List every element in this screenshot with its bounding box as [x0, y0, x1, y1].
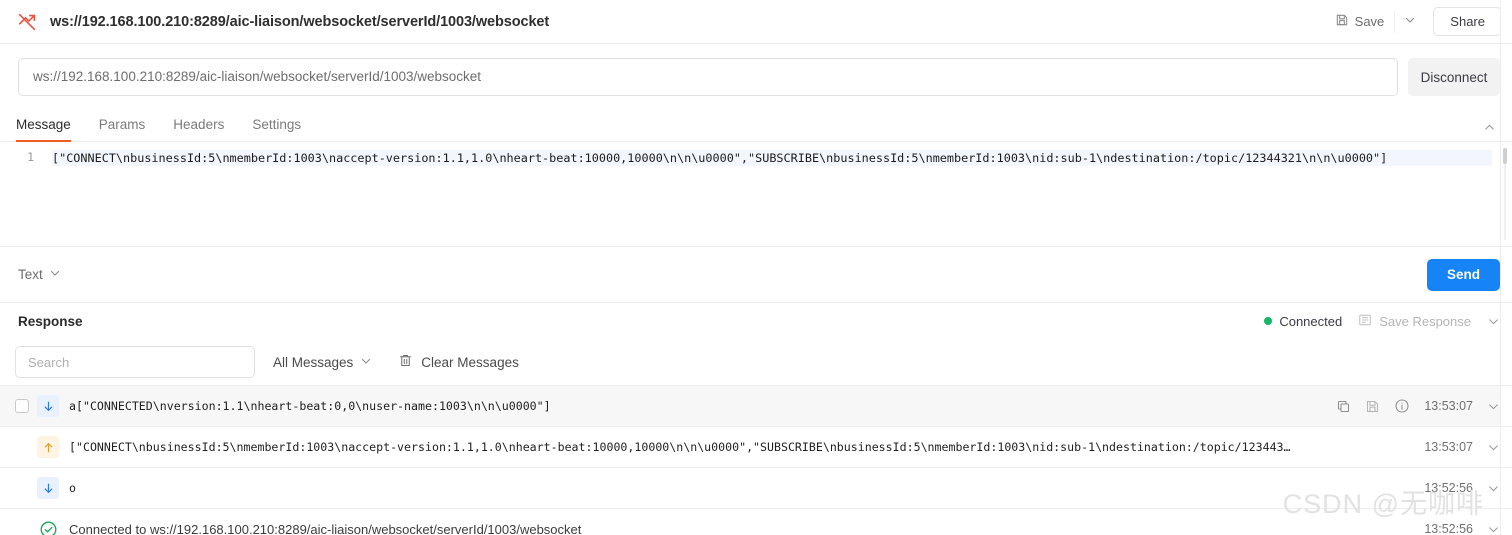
response-header-right-rail: [1500, 303, 1512, 339]
chevron-down-icon: [1404, 13, 1416, 31]
page-title: ws://192.168.100.210:8289/aic-liaison/we…: [50, 13, 550, 30]
clear-messages-label: Clear Messages: [421, 354, 519, 370]
row-actions: 13:52:56: [1424, 481, 1500, 495]
row-actions: 13:52:56: [1424, 522, 1500, 535]
info-icon[interactable]: [1394, 398, 1410, 414]
save-response-label: Save Response: [1379, 313, 1471, 329]
copy-icon[interactable]: [1336, 399, 1351, 414]
editor-content[interactable]: ["CONNECT\nbusinessId:5\nmemberId:1003\n…: [52, 150, 1492, 166]
message-format-select[interactable]: Text: [18, 267, 61, 282]
save-icon: [1335, 13, 1349, 30]
url-bar: Disconnect: [0, 44, 1512, 110]
response-collapse-button[interactable]: [1487, 315, 1500, 328]
message-text: Connected to ws://192.168.100.210:8289/a…: [69, 521, 582, 535]
row-right-rail: [1500, 468, 1512, 508]
row-expand-button[interactable]: [1487, 523, 1500, 535]
row-right-rail: [1500, 427, 1512, 467]
collapse-panel-button[interactable]: [1483, 121, 1496, 134]
send-toolbar: Text Send: [0, 247, 1512, 303]
table-row[interactable]: Connected to ws://192.168.100.210:8289/a…: [0, 509, 1512, 535]
status-dot-icon: [1264, 317, 1273, 325]
message-timestamp: 13:52:56: [1424, 481, 1473, 495]
websocket-client-window: ws://192.168.100.210:8289/aic-liaison/we…: [0, 0, 1512, 535]
row-right-rail: [1500, 509, 1512, 535]
header-actions: Save Share: [1325, 0, 1502, 43]
response-header: Response Connected Save Response: [0, 303, 1512, 339]
share-button[interactable]: Share: [1433, 7, 1502, 36]
incoming-arrow-icon: [37, 395, 59, 417]
message-text: o: [69, 481, 76, 495]
incoming-arrow-icon: [37, 477, 59, 499]
row-expand-button[interactable]: [1487, 400, 1500, 413]
response-header-actions: Connected Save Response: [1264, 313, 1500, 330]
response-title: Response: [18, 313, 83, 329]
editor-scrollbar-thumb[interactable]: [1503, 148, 1507, 164]
search-input[interactable]: [15, 346, 255, 378]
row-expand-button[interactable]: [1487, 482, 1500, 495]
message-text: ["CONNECT\nbusinessId:5\nmemberId:1003\n…: [69, 440, 1291, 454]
request-tabs: Message Params Headers Settings: [0, 110, 1512, 142]
save-response-button[interactable]: Save Response: [1358, 313, 1471, 330]
row-right-rail: [1500, 386, 1512, 426]
response-filter-bar: All Messages Clear Messages: [0, 339, 1512, 385]
response-message-list: a["CONNECTED\nversion:1.1\nheart-beat:0,…: [0, 385, 1512, 535]
tab-headers[interactable]: Headers: [173, 117, 224, 141]
save-button-label: Save: [1354, 14, 1385, 29]
save-button[interactable]: Save: [1325, 7, 1395, 36]
window-header: ws://192.168.100.210:8289/aic-liaison/we…: [0, 0, 1512, 44]
chevron-down-icon: [49, 267, 61, 282]
message-text: a["CONNECTED\nversion:1.1\nheart-beat:0,…: [69, 399, 551, 413]
save-dropdown-button[interactable]: [1394, 10, 1425, 33]
status-badge: Connected: [1264, 314, 1342, 329]
editor-line-number: 1: [27, 150, 34, 164]
trash-icon: [398, 353, 413, 371]
message-timestamp: 13:53:07: [1424, 440, 1473, 454]
websocket-disconnect-icon: [14, 9, 40, 35]
row-expand-button[interactable]: [1487, 441, 1500, 454]
row-actions: 13:53:07: [1336, 398, 1500, 414]
disconnect-button[interactable]: Disconnect: [1408, 58, 1500, 96]
message-timestamp: 13:52:56: [1424, 522, 1473, 535]
outgoing-arrow-icon: [37, 436, 59, 458]
row-checkbox[interactable]: [15, 399, 29, 413]
editor-scrollbar[interactable]: [1501, 148, 1509, 240]
save-icon[interactable]: [1365, 399, 1380, 414]
header-right-rail: [1500, 0, 1512, 43]
connected-check-icon: [37, 518, 59, 535]
filter-bar-right-rail: [1500, 339, 1512, 385]
tab-message[interactable]: Message: [16, 117, 71, 142]
server-url-input[interactable]: [18, 58, 1398, 96]
table-row[interactable]: o 13:52:56: [0, 468, 1512, 509]
message-filter-label: All Messages: [273, 354, 354, 370]
tab-settings[interactable]: Settings: [252, 117, 301, 141]
clear-messages-button[interactable]: Clear Messages: [398, 353, 519, 371]
message-format-label: Text: [18, 267, 43, 282]
chevron-down-icon: [360, 355, 372, 370]
message-filter-select[interactable]: All Messages: [273, 355, 372, 370]
send-button[interactable]: Send: [1426, 258, 1500, 291]
status-label: Connected: [1279, 313, 1343, 329]
send-toolbar-right-rail: [1500, 247, 1512, 302]
table-row[interactable]: ["CONNECT\nbusinessId:5\nmemberId:1003\n…: [0, 427, 1512, 468]
table-row[interactable]: a["CONNECTED\nversion:1.1\nheart-beat:0,…: [0, 386, 1512, 427]
save-icon: [1358, 313, 1372, 330]
row-actions: 13:53:07: [1424, 440, 1500, 454]
tab-params[interactable]: Params: [99, 117, 146, 141]
message-timestamp: 13:53:07: [1424, 399, 1473, 413]
message-editor[interactable]: 1 ["CONNECT\nbusinessId:5\nmemberId:1003…: [0, 142, 1512, 247]
